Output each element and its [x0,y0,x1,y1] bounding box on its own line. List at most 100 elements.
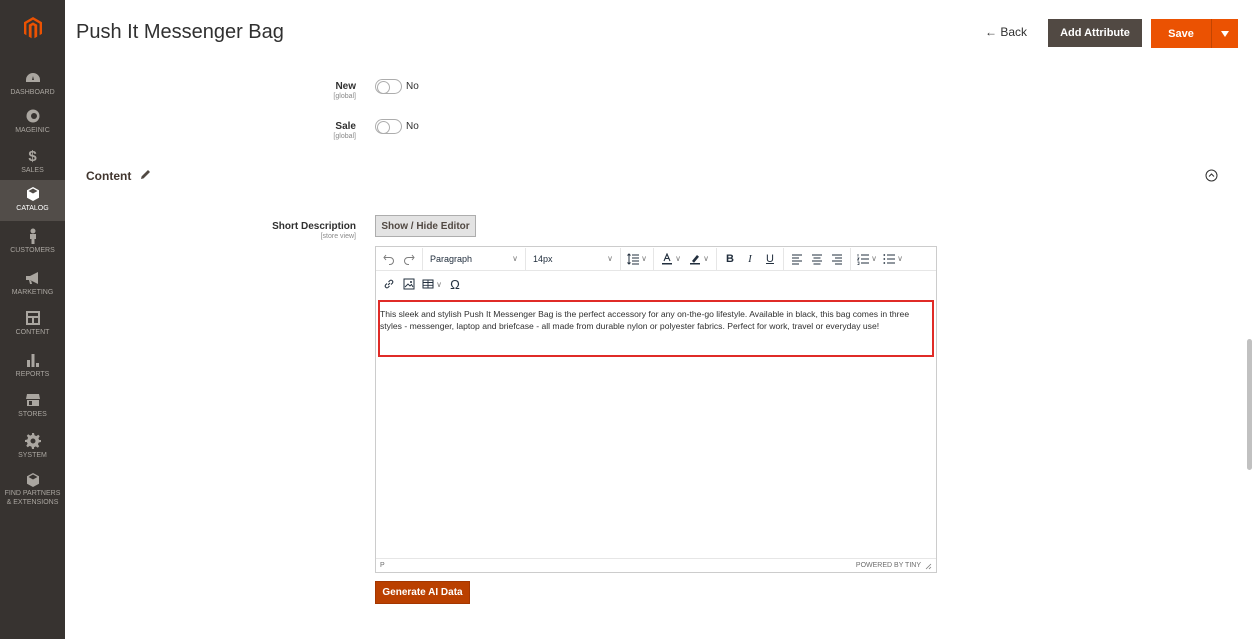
redo-button[interactable] [399,248,419,270]
gear-icon [24,433,42,449]
italic-button[interactable]: I [740,248,760,270]
save-button[interactable]: Save [1151,19,1211,48]
short-description-label: Short Description [272,221,356,232]
status-right: POWERED BY TINY [856,562,932,570]
sidebar-item-dashboard[interactable]: DASHBOARD [0,67,65,107]
numbered-list-button[interactable]: ∨ [854,248,880,270]
chevron-down-icon: ∨ [871,254,877,263]
italic-icon: I [748,252,752,265]
partners-icon [24,472,42,488]
bar-chart-icon [24,352,42,368]
toolbar-separator [850,247,851,270]
sidebar-item-label: FIND PARTNERS [4,490,61,497]
align-center-button[interactable] [807,248,827,270]
sidebar-item-reports[interactable]: REPORTS [0,349,65,389]
powered-by-tiny-link[interactable]: POWERED BY TINY [856,562,921,569]
cube-icon [24,186,42,202]
align-right-button[interactable] [827,248,847,270]
redo-icon [404,254,415,265]
sale-scope: [global] [333,133,356,140]
wysiwyg-editor: Paragraph ∨ 14px ∨ ∨ ∨ ∨ B I U ∨ ∨ ∨ Ω P… [375,246,937,573]
toolbar-separator [653,247,654,270]
sale-label: Sale [335,121,356,132]
element-path[interactable]: P [380,562,385,569]
align-center-icon [812,254,822,264]
editor-toolbar-secondary: ∨ Ω [376,272,936,296]
sidebar-item-label-line2: & EXTENSIONS [6,499,59,506]
dashboard-icon [24,70,42,86]
page-title: Push It Messenger Bag [76,21,284,43]
save-options-toggle[interactable] [1211,19,1238,48]
text-color-button[interactable]: ∨ [657,248,685,270]
block-format-select[interactable]: Paragraph ∨ [426,248,522,270]
short-description-text[interactable]: This sleek and stylish Push It Messenger… [380,308,932,332]
chevron-down-icon: ∨ [897,254,903,263]
page-scrollbar-thumb[interactable] [1247,339,1252,470]
triangle-down-icon [1221,30,1229,37]
sidebar-item-system[interactable]: SYSTEM [0,430,65,470]
sidebar-item-customers[interactable]: CUSTOMERS [0,225,65,265]
sidebar-item-find-partners[interactable]: FIND PARTNERS & EXTENSIONS [0,469,65,506]
admin-sidebar: DASHBOARD MAGEINIC $ SALES CATALOG CUSTO… [0,0,65,639]
sidebar-item-mageinic[interactable]: MAGEINIC [0,105,65,145]
new-label: New [335,81,356,92]
sidebar-item-label: MAGEINIC [15,127,50,134]
store-icon [24,392,42,408]
block-format-value: Paragraph [430,253,473,264]
megaphone-icon [24,270,42,286]
resize-handle-icon[interactable] [924,562,932,570]
chevron-down-icon: ∨ [675,254,681,263]
person-icon [24,228,42,244]
sidebar-item-label: CUSTOMERS [10,247,55,254]
editor-statusbar: P POWERED BY TINY [376,558,936,572]
underline-button[interactable]: U [760,248,780,270]
align-right-icon [832,254,842,264]
toolbar-separator [422,247,423,270]
insert-image-button[interactable] [399,273,419,295]
chevron-down-icon: ∨ [641,254,647,263]
sale-toggle-value: No [406,121,419,132]
undo-button[interactable] [379,248,399,270]
chevron-down-icon: ∨ [703,254,709,263]
line-height-button[interactable]: ∨ [624,248,650,270]
sidebar-item-sales[interactable]: $ SALES [0,145,65,185]
sidebar-item-label: SALES [21,167,44,174]
dollar-icon: $ [28,147,37,165]
special-character-button[interactable]: Ω [445,273,465,295]
generate-ai-data-button[interactable]: Generate AI Data [375,581,470,604]
font-size-select[interactable]: 14px ∨ [529,248,617,270]
sidebar-item-stores[interactable]: STORES [0,389,65,429]
back-button[interactable]: ← Back [985,25,1027,39]
highlight-color-button[interactable]: ∨ [685,248,713,270]
bold-button[interactable]: B [720,248,740,270]
sidebar-item-content[interactable]: CONTENT [0,307,65,347]
image-icon [403,278,415,290]
page-scrollbar-track[interactable] [1246,0,1253,639]
collapse-circle-icon[interactable] [1205,169,1218,182]
bullet-list-icon [883,253,896,264]
bullet-list-button[interactable]: ∨ [880,248,906,270]
content-section-title[interactable]: Content [86,169,131,183]
table-button[interactable]: ∨ [419,273,445,295]
pencil-icon[interactable] [140,169,151,180]
sidebar-item-catalog[interactable]: CATALOG [0,180,65,221]
show-hide-editor-button[interactable]: Show / Hide Editor [375,215,476,237]
magento-logo[interactable] [0,0,65,56]
mageinic-icon [24,108,42,124]
align-left-button[interactable] [787,248,807,270]
numbered-list-icon [857,253,870,265]
editor-content-area[interactable] [376,298,936,558]
add-attribute-button[interactable]: Add Attribute [1048,19,1142,47]
sale-toggle[interactable] [375,119,402,134]
editor-toolbar-primary: Paragraph ∨ 14px ∨ ∨ ∨ ∨ B I U ∨ ∨ [376,247,936,271]
sidebar-item-label: MARKETING [11,289,54,296]
new-toggle[interactable] [375,79,402,94]
sidebar-item-marketing[interactable]: MARKETING [0,267,65,307]
magento-logo-icon [23,17,42,39]
toolbar-separator [525,247,526,270]
underline-icon: U [766,252,774,265]
chevron-down-icon: ∨ [436,279,442,289]
toolbar-separator [783,247,784,270]
new-toggle-value: No [406,81,419,92]
insert-link-button[interactable] [379,273,399,295]
